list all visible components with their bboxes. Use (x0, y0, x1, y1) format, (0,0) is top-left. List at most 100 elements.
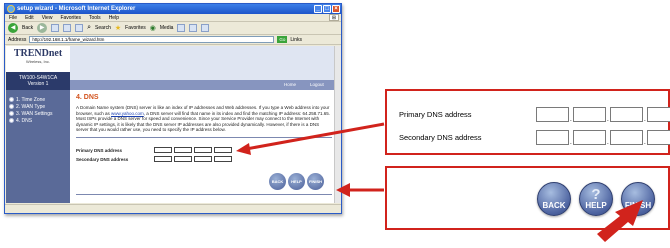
back-label: BACK (542, 201, 566, 210)
zoom-secondary-dns-row: Secondary DNS address (399, 130, 670, 146)
help-button[interactable]: HELP (288, 173, 305, 190)
dns-fields-callout: Primary DNS address Secondary DNS addres… (385, 89, 670, 155)
step-dot-icon (9, 104, 14, 109)
secondary-dns-octet-4[interactable] (214, 156, 232, 162)
browser-window: setup wizard - Microsoft Internet Explor… (4, 3, 342, 214)
zoom-primary-octet-4[interactable] (647, 107, 670, 122)
secondary-dns-octet-1[interactable] (154, 156, 172, 162)
back-button[interactable]: BACK (269, 173, 286, 190)
zoom-primary-octet-2[interactable] (573, 107, 609, 123)
divider (76, 194, 332, 195)
description-text: , a DNS server will find that name in it… (143, 110, 331, 116)
home-icon[interactable] (75, 24, 84, 32)
search-icon[interactable]: ⌕ (87, 24, 91, 32)
finish-label: FINISH (624, 201, 652, 210)
zoom-primary-dns-row: Primary DNS address (399, 107, 670, 123)
dns-form: 4. DNS A Domain Name system (DNS) server… (76, 94, 332, 164)
stop-icon[interactable] (51, 24, 60, 32)
primary-dns-octet-3[interactable] (194, 147, 212, 153)
primary-dns-label: Primary DNS address (76, 147, 123, 153)
step-item[interactable]: 3. WAN Settings (9, 110, 70, 117)
zoom-secondary-octet-4[interactable] (647, 130, 670, 145)
menu-help[interactable]: Help (109, 15, 119, 21)
page-viewport: TRENDnet Wireless, Inc. TW100-S4W1CA Ver… (6, 46, 340, 203)
status-bar (5, 204, 341, 213)
address-bar: Address http://192.168.1.1/frame_wizard.… (5, 35, 341, 45)
primary-dns-octet-2[interactable] (174, 147, 192, 153)
zoom-help-button[interactable]: ? HELP (579, 182, 613, 216)
step-item[interactable]: 4. DNS (9, 117, 70, 124)
secondary-dns-octet-2[interactable] (174, 156, 192, 162)
menu-edit[interactable]: Edit (25, 15, 34, 21)
windows-logo-icon: ⊞ (329, 14, 339, 21)
nav-buttons-callout: BACK ? HELP FINISH (385, 166, 670, 230)
favorites-label[interactable]: Favorites (125, 25, 146, 31)
logout-button[interactable]: Logout (310, 81, 324, 89)
vertical-scrollbar[interactable] (334, 46, 341, 203)
minimize-button[interactable]: _ (314, 5, 322, 13)
wizard-sidebar: TRENDnet Wireless, Inc. TW100-S4W1CA Ver… (6, 46, 70, 203)
history-icon[interactable] (177, 24, 186, 32)
home-button[interactable]: Home (284, 81, 296, 89)
help-label: HELP (585, 201, 607, 210)
favorites-star-icon[interactable]: ★ (115, 24, 121, 32)
finish-button[interactable]: FINISH (307, 173, 324, 190)
zoom-secondary-dns-label: Secondary DNS address (399, 133, 482, 142)
title-bar: setup wizard - Microsoft Internet Explor… (5, 4, 341, 14)
maximize-button[interactable]: □ (323, 5, 331, 13)
divider (76, 136, 332, 138)
window-title: setup wizard - Microsoft Internet Explor… (17, 6, 136, 12)
secondary-dns-octet-3[interactable] (194, 156, 212, 162)
mail-icon[interactable] (189, 24, 198, 32)
zoom-back-button[interactable]: BACK (537, 182, 571, 216)
step-item[interactable]: 2. WAN Type (9, 103, 70, 110)
model-banner: TW100-S4W1CA Version 1 (6, 72, 70, 90)
trendnet-logo: TRENDnet Wireless, Inc. (6, 46, 70, 72)
zoom-finish-button[interactable]: FINISH (621, 182, 655, 216)
step-label: 4. DNS (16, 117, 33, 124)
menu-file[interactable]: File (9, 15, 17, 21)
print-icon[interactable] (201, 24, 210, 32)
refresh-icon[interactable] (63, 24, 72, 32)
internet-explorer-icon (7, 5, 15, 13)
back-label[interactable]: Back (22, 25, 33, 31)
zoom-secondary-octet-2[interactable] (573, 130, 609, 146)
zoom-primary-octet-3[interactable] (610, 107, 646, 123)
wizard-steps: 1. Time Zone 2. WAN Type 3. WAN Settings… (6, 90, 70, 124)
brand-name: TRENDnet (13, 48, 63, 59)
forward-arrow-icon[interactable]: ▶ (37, 23, 48, 33)
primary-dns-row: Primary DNS address (76, 146, 332, 155)
primary-dns-octet-4[interactable] (214, 147, 232, 153)
brand-subtitle: Wireless, Inc. (25, 59, 50, 64)
model-version: Version 1 (27, 81, 49, 87)
search-label[interactable]: Search (95, 25, 111, 31)
back-arrow-icon[interactable]: ◀ (8, 23, 18, 33)
menu-bar: File Edit View Favorites Tools Help ⊞ (5, 14, 341, 22)
close-button[interactable]: × (332, 5, 340, 13)
media-label[interactable]: Media (160, 25, 174, 31)
primary-dns-octet-1[interactable] (154, 147, 172, 153)
step-dot-icon (9, 97, 14, 102)
page-header: Home Logout (70, 46, 340, 90)
media-icon[interactable]: ◉ (150, 24, 156, 32)
secondary-dns-row: Secondary DNS address (76, 155, 332, 164)
step-dot-icon (9, 118, 14, 123)
step-dot-icon (9, 111, 14, 116)
zoom-secondary-octet-1[interactable] (536, 130, 572, 146)
zoom-primary-octet-1[interactable] (536, 107, 572, 123)
go-button[interactable]: Go (277, 36, 288, 43)
menu-favorites[interactable]: Favorites (60, 15, 81, 21)
menu-tools[interactable]: Tools (89, 15, 101, 21)
address-input[interactable]: http://192.168.1.1/frame_wizard.htm (29, 36, 275, 43)
nav-buttons-arrow (336, 183, 384, 197)
step-label: 2. WAN Type (16, 103, 46, 110)
wizard-nav-buttons: BACK HELP FINISH (269, 173, 324, 190)
example-link[interactable]: www.yahoo.com (111, 111, 144, 116)
dns-description: A Domain Name system (DNS) server is lik… (76, 105, 332, 116)
step-item[interactable]: 1. Time Zone (9, 96, 70, 103)
dns-description-2: Most ISPs provide a DNS server for speed… (76, 116, 320, 132)
zoom-secondary-octet-3[interactable] (610, 130, 646, 146)
links-label[interactable]: Links (290, 37, 302, 43)
menu-view[interactable]: View (42, 15, 53, 21)
toolbar: ◀ Back ▶ ⌕ Search ★ Favorites ◉ Media (5, 22, 341, 35)
